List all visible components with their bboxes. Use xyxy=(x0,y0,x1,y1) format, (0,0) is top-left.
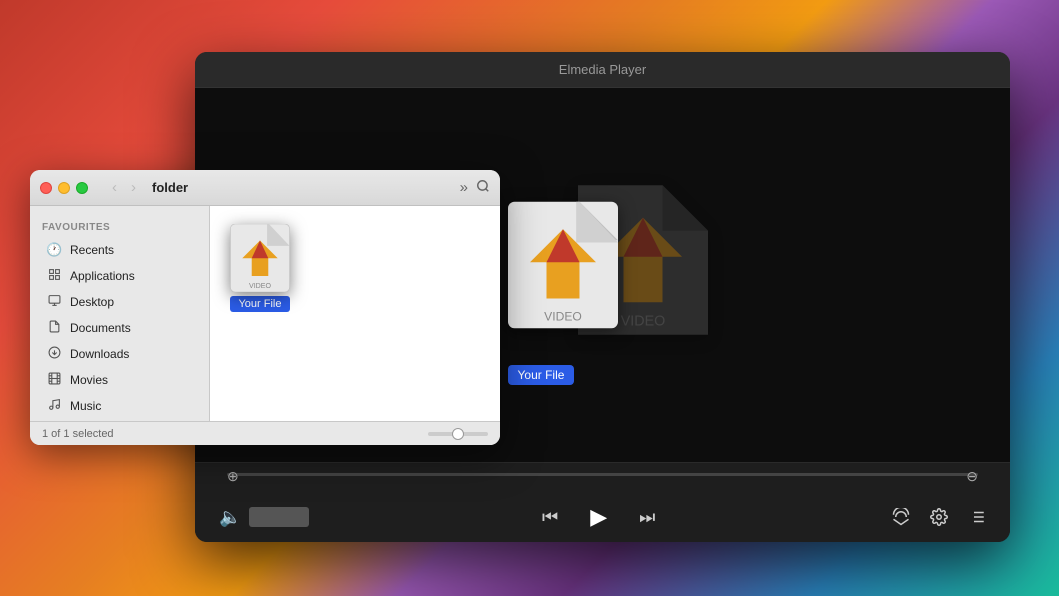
player-title: Elmedia Player xyxy=(559,62,646,77)
favourites-section-label: Favourites xyxy=(30,216,209,237)
sidebar-item-desktop[interactable]: Desktop xyxy=(34,289,205,315)
close-button[interactable] xyxy=(40,182,52,194)
volume-bar[interactable] xyxy=(249,507,309,527)
finder-toolbar-controls: » xyxy=(460,179,490,197)
desktop-icon xyxy=(46,294,62,310)
movies-icon xyxy=(46,372,62,388)
traffic-lights xyxy=(40,182,88,194)
finder-nav: ‹ › xyxy=(108,177,140,198)
settings-button[interactable] xyxy=(926,504,952,530)
next-button[interactable]: ⏭ xyxy=(635,503,659,532)
finder-window: ‹ › folder » Favourites 🕐 Recents xyxy=(30,170,500,445)
finder-statusbar: 1 of 1 selected xyxy=(30,421,500,445)
sidebar-item-label-documents: Documents xyxy=(70,321,131,335)
music-icon xyxy=(46,398,62,414)
progress-left-icon: ⊕ xyxy=(227,468,239,485)
finder-sidebar: Favourites 🕐 Recents Applications Deskto… xyxy=(30,206,210,421)
maximize-button[interactable] xyxy=(76,182,88,194)
player-file-icon-main: VIDEO xyxy=(508,200,618,330)
player-buttons-row: 🔈 ⏮ ▶ ⏭ xyxy=(207,500,998,534)
sidebar-item-label-downloads: Downloads xyxy=(70,347,129,361)
downloads-icon xyxy=(46,346,62,362)
player-right-controls xyxy=(888,504,990,530)
back-button[interactable]: ‹ xyxy=(108,177,121,198)
player-titlebar: Elmedia Player xyxy=(195,52,1010,88)
view-options-button[interactable]: » xyxy=(460,179,468,196)
svg-text:VIDEO: VIDEO xyxy=(544,310,582,324)
finder-path-label: folder xyxy=(152,180,188,195)
sidebar-item-downloads[interactable]: Downloads xyxy=(34,341,205,367)
documents-icon xyxy=(46,320,62,336)
sidebar-item-label-music: Music xyxy=(70,399,101,413)
player-file-display: VIDEO VIDEO Your File xyxy=(493,175,713,375)
finder-titlebar: ‹ › folder » xyxy=(30,170,500,206)
player-controls-bar: ⊕ ⊖ 🔈 ⏮ ▶ ⏭ xyxy=(195,462,1010,542)
svg-text:VIDEO: VIDEO xyxy=(249,282,272,290)
sidebar-item-label-desktop: Desktop xyxy=(70,295,114,309)
playlist-button[interactable] xyxy=(964,504,990,530)
previous-button[interactable]: ⏮ xyxy=(538,503,562,532)
finder-body: Favourites 🕐 Recents Applications Deskto… xyxy=(30,206,500,421)
volume-button[interactable]: 🔈 xyxy=(215,503,245,532)
player-progress-bar[interactable]: ⊕ ⊖ xyxy=(227,473,978,476)
sidebar-item-documents[interactable]: Documents xyxy=(34,315,205,341)
file-label: Your File xyxy=(230,296,289,312)
finder-main-content: VIDEO Your File xyxy=(210,206,500,421)
sidebar-item-label-recents: Recents xyxy=(70,243,114,257)
recents-icon: 🕐 xyxy=(46,242,62,258)
icon-size-slider[interactable] xyxy=(428,432,488,436)
minimize-button[interactable] xyxy=(58,182,70,194)
file-item-your-file[interactable]: VIDEO Your File xyxy=(222,218,298,318)
play-pause-button[interactable]: ▶ xyxy=(586,500,611,534)
search-button[interactable] xyxy=(476,179,490,197)
player-file-label: Your File xyxy=(508,365,575,385)
sidebar-item-recents[interactable]: 🕐 Recents xyxy=(34,237,205,263)
sidebar-item-movies[interactable]: Movies xyxy=(34,367,205,393)
file-icon: VIDEO xyxy=(228,224,292,292)
applications-icon xyxy=(46,268,62,284)
volume-control: 🔈 xyxy=(215,503,309,532)
forward-button[interactable]: › xyxy=(127,177,140,198)
sidebar-item-music[interactable]: Music xyxy=(34,393,205,419)
sidebar-item-label-applications: Applications xyxy=(70,269,135,283)
playback-controls: ⏮ ▶ ⏭ xyxy=(538,500,659,534)
svg-text:VIDEO: VIDEO xyxy=(620,314,664,330)
progress-right-icon: ⊖ xyxy=(966,468,978,485)
sidebar-item-applications[interactable]: Applications xyxy=(34,263,205,289)
airplay-button[interactable] xyxy=(888,504,914,530)
selection-status: 1 of 1 selected xyxy=(42,428,114,440)
sidebar-item-label-movies: Movies xyxy=(70,373,108,387)
